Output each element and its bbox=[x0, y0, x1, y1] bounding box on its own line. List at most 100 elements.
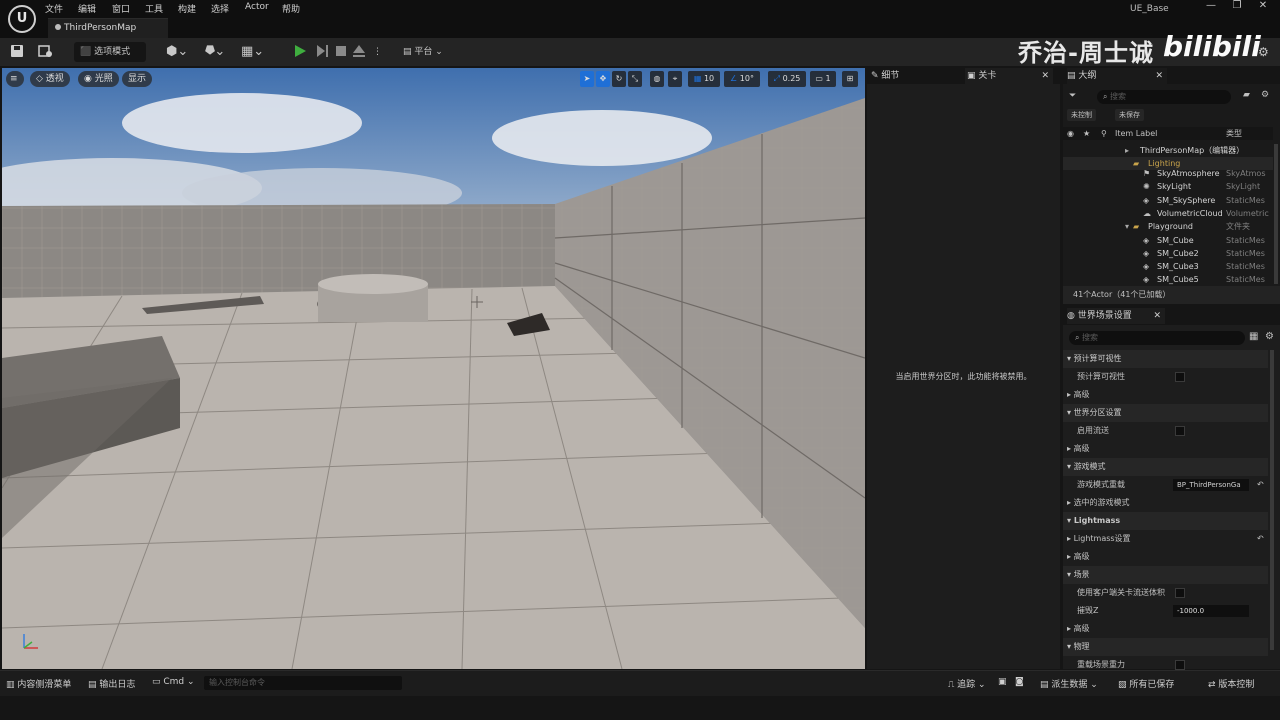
rotate-tool-icon[interactable]: ↻ bbox=[612, 71, 626, 87]
pin-icon[interactable]: ⚲ bbox=[1101, 127, 1107, 140]
reset-icon[interactable]: ↶ bbox=[1257, 530, 1264, 548]
list-item[interactable]: ◈ SM_Cube5 StaticMes bbox=[1063, 273, 1273, 286]
play-options-icon[interactable]: ⋮ bbox=[373, 42, 382, 62]
camera-speed-button[interactable]: ▭ 1 bbox=[810, 71, 836, 87]
world-space-icon[interactable]: ◍ bbox=[650, 71, 664, 87]
lit-button[interactable]: ◉ 光照 bbox=[78, 71, 119, 87]
level-viewport[interactable]: ≡ ◇ 透视 ◉ 光照 显示 ➤ ✥ ↻ ⤡ ◍ ⌖ ▦ 10 ∠ 10° ⤢ … bbox=[2, 68, 865, 669]
platform-dropdown[interactable]: ▤ 平台 ⌄ bbox=[403, 42, 443, 62]
list-item[interactable]: ◈ SM_SkySphere StaticMes bbox=[1063, 194, 1273, 207]
section-physics[interactable]: ▾ 物理 bbox=[1063, 638, 1268, 656]
tab-level[interactable]: ▣ 关卡 ✕ bbox=[965, 68, 1053, 84]
tab-details[interactable]: ✎ 细节 bbox=[871, 68, 899, 84]
minimize-button[interactable]: — bbox=[1200, 0, 1222, 16]
close-icon[interactable]: ✕ bbox=[1155, 68, 1163, 84]
play-icon[interactable] bbox=[293, 44, 307, 58]
menu-window[interactable]: 窗口 bbox=[112, 2, 130, 15]
close-window-button[interactable]: ✕ bbox=[1252, 0, 1274, 16]
client-level-streaming-checkbox[interactable] bbox=[1175, 588, 1185, 598]
advanced-row[interactable]: ▸ Lightmass设置 ↶ bbox=[1063, 530, 1268, 548]
trace-dropdown[interactable]: ⎍ 追踪 ⌄ bbox=[948, 677, 986, 690]
unreal-logo-icon[interactable]: U bbox=[8, 5, 36, 33]
advanced-row[interactable]: ▸ 高级 bbox=[1063, 386, 1268, 404]
tab-outliner[interactable]: ▤ 大纲 ✕ bbox=[1067, 68, 1167, 84]
world-search-input[interactable]: ⌕ 搜索 bbox=[1069, 331, 1245, 345]
menu-edit[interactable]: 编辑 bbox=[78, 2, 96, 15]
world-scrollbar[interactable] bbox=[1270, 350, 1274, 650]
step-icon[interactable] bbox=[315, 44, 329, 58]
gamemode-override-dropdown[interactable]: BP_ThirdPersonGa bbox=[1173, 479, 1249, 491]
settings-icon[interactable]: ⚙ bbox=[1265, 331, 1274, 342]
tab-world-settings[interactable]: ◍ 世界场景设置 ✕ bbox=[1067, 308, 1165, 324]
list-item[interactable]: ▸ ThirdPersonMap（编辑器） bbox=[1063, 144, 1273, 157]
surface-snap-icon[interactable]: ⌖ bbox=[668, 71, 682, 87]
advanced-row[interactable]: ▸ 选中的游戏模式 bbox=[1063, 494, 1268, 512]
list-item[interactable]: ▾ ▰ Playground 文件夹 bbox=[1063, 220, 1273, 233]
save-all-status[interactable]: ▧ 所有已保存 bbox=[1118, 677, 1174, 690]
stop-icon[interactable] bbox=[334, 44, 348, 58]
menu-select[interactable]: 选择 bbox=[211, 2, 229, 15]
tab-map[interactable]: ThirdPersonMap bbox=[48, 18, 168, 38]
settings-icon[interactable]: ⚙ bbox=[1261, 90, 1269, 100]
section-world[interactable]: ▾ 场景 bbox=[1063, 566, 1268, 584]
enable-streaming-checkbox[interactable] bbox=[1175, 426, 1185, 436]
revision-control-button[interactable]: ⇄ 版本控制 bbox=[1208, 677, 1254, 690]
add-actor-icon[interactable]: ⬢⌄ bbox=[166, 42, 188, 62]
maximize-button[interactable]: ❐ bbox=[1226, 0, 1248, 16]
derived-data-button[interactable]: ▤ 派生数据 ⌄ bbox=[1040, 677, 1098, 690]
visibility-icon[interactable]: ◉ bbox=[1067, 127, 1074, 140]
expand-icon[interactable]: ▾ bbox=[1125, 220, 1129, 233]
scene-render[interactable] bbox=[2, 68, 865, 669]
scale-snap-toggle[interactable]: ⤢ 0.25 bbox=[768, 71, 806, 87]
select-tool-icon[interactable]: ➤ bbox=[580, 71, 594, 87]
advanced-row[interactable]: ▸ 高级 bbox=[1063, 440, 1268, 458]
list-item[interactable]: ✺ SkyLight SkyLight bbox=[1063, 180, 1273, 193]
list-item[interactable]: ◈ SM_Cube2 StaticMes bbox=[1063, 247, 1273, 260]
list-item[interactable]: ⚑ SkyAtmosphere SkyAtmos bbox=[1063, 167, 1273, 180]
maximize-viewport-icon[interactable]: ⊞ bbox=[842, 71, 858, 87]
list-item[interactable]: ◈ SM_Cube StaticMes bbox=[1063, 234, 1273, 247]
advanced-row[interactable]: ▸ 高级 bbox=[1063, 620, 1268, 638]
rotation-snap-toggle[interactable]: ∠ 10° bbox=[724, 71, 760, 87]
menu-help[interactable]: 帮助 bbox=[282, 2, 300, 15]
close-icon[interactable]: ✕ bbox=[1153, 308, 1161, 324]
cmd-dropdown[interactable]: ▭ Cmd ⌄ bbox=[152, 677, 195, 687]
filter-icon[interactable]: ⏷ bbox=[1069, 91, 1076, 101]
kill-z-input[interactable]: -1000.0 bbox=[1173, 605, 1249, 617]
select-mode-dropdown[interactable]: ⬛ 选项模式 ⌄ bbox=[74, 42, 146, 77]
star-icon[interactable]: ★ bbox=[1083, 127, 1090, 140]
close-icon[interactable]: ✕ bbox=[1041, 68, 1049, 84]
cinematics-icon[interactable]: ▦⌄ bbox=[241, 42, 264, 62]
viewport-menu-icon[interactable]: ≡ bbox=[6, 71, 24, 87]
col-type[interactable]: 类型 bbox=[1226, 127, 1242, 140]
outliner-scrollbar[interactable] bbox=[1274, 144, 1278, 284]
eject-icon[interactable] bbox=[352, 44, 366, 58]
list-item[interactable]: ☁ VolumetricCloud Volumetric bbox=[1063, 207, 1273, 220]
blueprint-icon[interactable]: ⯂⌄ bbox=[204, 42, 225, 62]
translate-tool-icon[interactable]: ✥ bbox=[596, 71, 610, 87]
console-input[interactable]: 输入控制台命令 bbox=[204, 676, 402, 690]
filter-unsaved-chip[interactable]: 未保存 bbox=[1115, 109, 1144, 121]
perspective-button[interactable]: ◇ 透视 bbox=[30, 71, 70, 87]
section-game-mode[interactable]: ▾ 游戏模式 bbox=[1063, 458, 1268, 476]
section-world-partition[interactable]: ▾ 世界分区设置 bbox=[1063, 404, 1268, 422]
camera-icon[interactable]: ◙ bbox=[1015, 677, 1024, 687]
folder-add-icon[interactable]: ▰ bbox=[1243, 90, 1250, 100]
filter-unversioned-chip[interactable]: 未控制 bbox=[1067, 109, 1096, 121]
section-precomputed-visibility[interactable]: ▾ 预计算可视性 bbox=[1063, 350, 1268, 368]
list-item[interactable]: ◈ SM_Cube3 StaticMes bbox=[1063, 260, 1273, 273]
advanced-row[interactable]: ▸ 高级 bbox=[1063, 548, 1268, 566]
section-lightmass[interactable]: ▾ Lightmass bbox=[1063, 512, 1268, 530]
scale-tool-icon[interactable]: ⤡ bbox=[628, 71, 642, 87]
show-button[interactable]: 显示 bbox=[122, 71, 153, 87]
menu-file[interactable]: 文件 bbox=[45, 2, 63, 15]
override-gravity-checkbox[interactable] bbox=[1175, 660, 1185, 670]
menu-tools[interactable]: 工具 bbox=[145, 2, 163, 15]
col-label[interactable]: Item Label bbox=[1115, 127, 1157, 140]
menu-build[interactable]: 构建 bbox=[178, 2, 196, 15]
table-view-icon[interactable]: ▦ bbox=[1249, 331, 1258, 342]
menu-actor[interactable]: Actor bbox=[245, 2, 269, 12]
content-browser-icon[interactable] bbox=[38, 44, 54, 58]
outliner-search-input[interactable]: ⌕ 搜索 bbox=[1097, 90, 1231, 104]
reset-icon[interactable]: ↶ bbox=[1257, 476, 1264, 494]
